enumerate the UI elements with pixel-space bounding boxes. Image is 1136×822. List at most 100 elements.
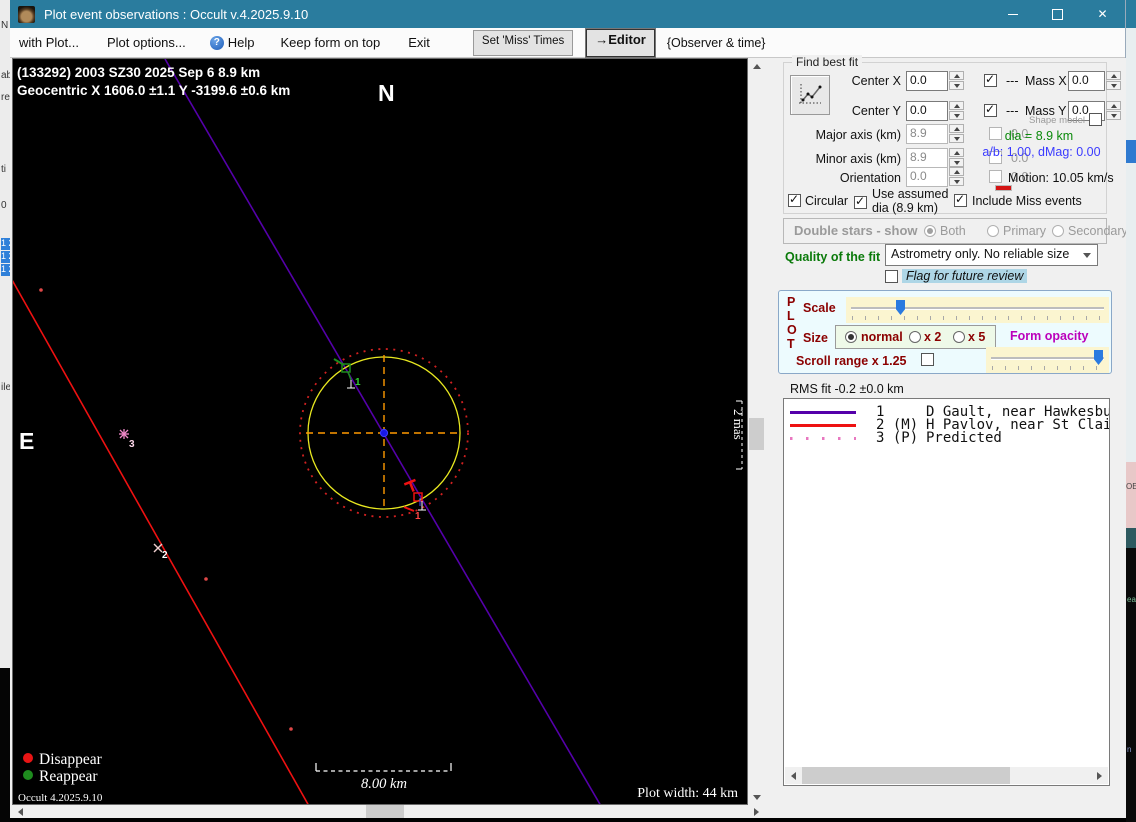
double-secondary-radio: [1052, 225, 1064, 237]
hscroll-thumb[interactable]: [366, 805, 404, 818]
chevron-down-icon[interactable]: [1106, 81, 1121, 90]
menu-help-label: Help: [227, 35, 255, 50]
menu-keep-on-top[interactable]: Keep form on top: [272, 35, 390, 50]
major-axis-input: 8.9: [906, 124, 948, 144]
clipped-text: re: [1, 92, 10, 103]
double-both-label: Both: [940, 224, 966, 238]
clipped-list-row: 1 2: [1, 238, 10, 250]
major-axis-stepper: 8.9: [906, 124, 964, 144]
station-number: 3 (P): [876, 430, 919, 446]
scroll-up-icon[interactable]: [753, 64, 761, 69]
find-best-fit-label: Find best fit: [792, 55, 863, 69]
background-segment: [1126, 528, 1136, 548]
form-opacity-slider[interactable]: [986, 347, 1109, 373]
station1-red-label: 1: [415, 511, 421, 522]
scroll-right-icon[interactable]: [754, 808, 759, 816]
chevron-up-icon[interactable]: [949, 71, 964, 80]
scroll-range-label: Scroll range x 1.25: [796, 354, 907, 368]
chevron-up-icon[interactable]: [1106, 101, 1121, 110]
chevron-down-icon: [1083, 253, 1091, 258]
center-x-stepper: 0.0: [906, 71, 964, 91]
control-panel: Find best fit Center X 0.0 ✓ --- Mass X …: [770, 55, 1128, 818]
chevron-up-icon[interactable]: [1106, 71, 1121, 80]
size-label: Size: [803, 331, 829, 345]
clipped-text: N: [1, 20, 9, 31]
clipped-list-row: 1 2: [1, 251, 10, 263]
size-x2-radio[interactable]: [909, 331, 921, 343]
close-button[interactable]: ✕: [1080, 0, 1125, 28]
quality-label: Quality of the fit: [785, 250, 881, 264]
size-normal-radio[interactable]: [845, 331, 857, 343]
chevron-down-icon[interactable]: [1106, 111, 1121, 120]
mass-x-input[interactable]: 0.0: [1068, 71, 1105, 91]
editor-button[interactable]: →Editor: [586, 28, 655, 57]
form-opacity-thumb[interactable]: [1094, 350, 1103, 365]
use-assumed-checkbox[interactable]: [854, 194, 867, 209]
quality-combobox[interactable]: Astrometry only. No reliable size: [885, 244, 1098, 266]
station3-label: 3: [129, 439, 135, 450]
help-icon: ?: [209, 35, 224, 50]
minor-axis-input: 8.9: [906, 148, 948, 168]
close-icon: ✕: [1097, 7, 1108, 21]
plot-letter-p: P: [787, 295, 796, 309]
center-x-input[interactable]: 0.0: [906, 71, 948, 91]
list-horizontal-scrollbar[interactable]: [785, 767, 1108, 784]
list-hscroll-thumb[interactable]: [802, 767, 1010, 784]
center-x-checkbox[interactable]: [984, 72, 997, 87]
center-y-dash-label: ---: [1006, 104, 1019, 118]
shape-model-checkbox[interactable]: [1089, 113, 1102, 126]
scroll-right-icon[interactable]: [1097, 772, 1102, 780]
dotted-line-sample-icon: [790, 437, 856, 440]
size-normal-label: normal: [861, 330, 903, 344]
menu-with-plot[interactable]: with Plot...: [10, 35, 88, 50]
scroll-left-icon[interactable]: [791, 772, 796, 780]
plot-width-label: Plot width: 44 km: [637, 786, 738, 801]
flag-review-checkbox[interactable]: [885, 270, 898, 283]
circular-checkbox[interactable]: [788, 192, 801, 207]
chevron-down-icon[interactable]: [949, 81, 964, 90]
center-y-input[interactable]: 0.0: [906, 101, 948, 121]
predicted-chord-dots: [39, 288, 293, 731]
center-y-checkbox[interactable]: [984, 102, 997, 117]
scale-label: Scale: [803, 301, 836, 315]
east-label: E: [19, 428, 34, 454]
scale-slider-thumb[interactable]: [896, 300, 905, 315]
scroll-range-checkbox[interactable]: [921, 353, 934, 366]
vscroll-thumb[interactable]: [749, 418, 764, 450]
shape-model-label: Shape model: [1029, 115, 1085, 126]
plot-letter-l: L: [787, 309, 795, 323]
size-x5-radio[interactable]: [953, 331, 965, 343]
scroll-left-icon[interactable]: [18, 808, 23, 816]
screen: N ab re ti 0 1 2 1 2 1 2 ile Plot event …: [0, 0, 1136, 822]
plot-vertical-scrollbar[interactable]: [748, 58, 765, 805]
scale-slider-track[interactable]: [851, 307, 1104, 309]
include-miss-checkbox[interactable]: [954, 192, 967, 207]
orientation-checkbox: [989, 170, 1002, 183]
scale-slider-ticks: [852, 316, 1103, 320]
find-best-fit-button[interactable]: [790, 75, 830, 115]
menubar: with Plot... Plot options... ? Help Keep…: [10, 28, 1125, 58]
menu-exit[interactable]: Exit: [399, 35, 439, 50]
observer-time-label: {Observer & time}: [666, 35, 766, 50]
menu-help[interactable]: ? Help: [201, 35, 264, 50]
miss-marker-station2: 2: [153, 543, 168, 561]
minimize-button[interactable]: [990, 0, 1035, 28]
plot-letter-t: T: [787, 337, 795, 351]
plot-canvas[interactable]: 1 1 2 3 (133292) 2003 SZ30 2025 Sep 6 8.…: [12, 58, 748, 805]
set-miss-times-button[interactable]: Set 'Miss' Times: [472, 29, 574, 56]
list-row-3[interactable]: 3 (P) Predicted: [784, 430, 1109, 446]
form-opacity-track[interactable]: [991, 357, 1104, 359]
station-legend-list[interactable]: 1 D Gault, near Hawkesbur 2 (M) H Pavlov…: [783, 398, 1110, 786]
chevron-down-icon[interactable]: [949, 111, 964, 120]
maximize-button[interactable]: [1035, 0, 1080, 28]
plot-horizontal-scrollbar[interactable]: [12, 805, 765, 818]
scale-bar-label: 8.00 km: [361, 776, 407, 792]
version-label: Occult 4.2025.9.10: [18, 792, 103, 804]
center-dot: [379, 428, 389, 438]
disappear-dot-icon: [23, 753, 33, 763]
asteroid-icon: [18, 5, 35, 23]
chevron-up-icon[interactable]: [949, 101, 964, 110]
scroll-down-icon[interactable]: [753, 795, 761, 800]
scale-slider[interactable]: [846, 297, 1109, 323]
menu-plot-options[interactable]: Plot options...: [98, 35, 195, 50]
